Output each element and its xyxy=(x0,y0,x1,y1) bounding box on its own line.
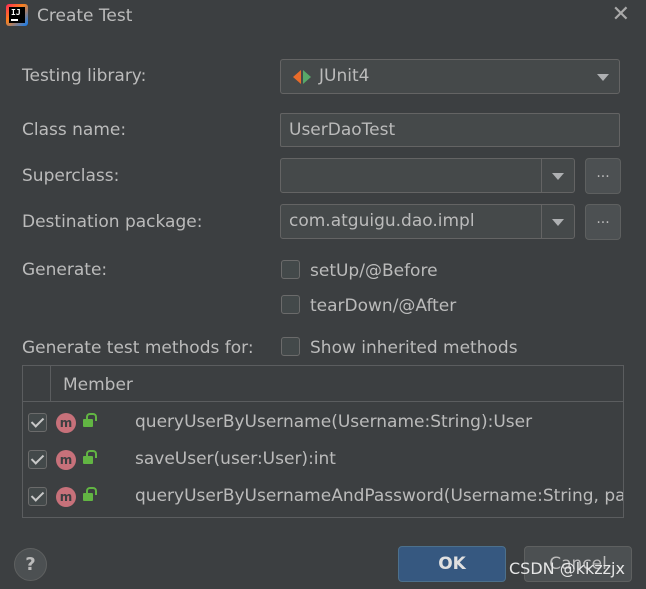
combo-separator xyxy=(541,159,542,192)
superclass-browse-button[interactable]: ... xyxy=(585,158,621,194)
class-name-label: Class name: xyxy=(22,120,127,140)
row-checkbox[interactable] xyxy=(28,450,47,469)
junit-icon xyxy=(293,70,311,84)
method-icon: m xyxy=(56,487,76,507)
row-checkbox[interactable] xyxy=(28,413,47,432)
show-inherited-checkbox[interactable] xyxy=(281,337,300,356)
superclass-combo[interactable] xyxy=(280,158,575,193)
teardown-checkbox[interactable] xyxy=(281,295,300,314)
class-name-input[interactable]: UserDaoTest xyxy=(280,113,620,147)
row-checkbox[interactable] xyxy=(28,487,47,506)
dialog-title: Create Test xyxy=(37,6,133,26)
destination-package-value: com.atguigu.dao.impl xyxy=(289,211,475,231)
help-button[interactable]: ? xyxy=(14,548,47,581)
destination-browse-button[interactable]: ... xyxy=(585,204,621,240)
table-row[interactable]: m queryUserByUsernameAndPassword(Usernam… xyxy=(23,478,623,515)
chevron-down-icon[interactable] xyxy=(552,219,564,226)
header-divider xyxy=(50,366,51,402)
destination-package-label: Destination package: xyxy=(22,212,203,232)
member-name: saveUser(user:User):int xyxy=(135,449,336,469)
show-inherited-label[interactable]: Show inherited methods xyxy=(310,338,518,358)
testing-library-label: Testing library: xyxy=(22,66,147,86)
member-name: queryUserByUsernameAndPassword(Username:… xyxy=(135,486,624,506)
combo-separator xyxy=(541,205,542,238)
setup-label[interactable]: setUp/@Before xyxy=(310,261,438,281)
unlock-icon xyxy=(83,487,97,501)
testing-library-value: JUnit4 xyxy=(319,66,370,86)
superclass-label: Superclass: xyxy=(22,166,120,186)
chevron-down-icon[interactable] xyxy=(552,173,564,180)
table-row[interactable]: m saveUser(user:User):int xyxy=(23,441,623,478)
unlock-icon xyxy=(83,450,97,464)
setup-checkbox[interactable] xyxy=(281,260,300,279)
member-table: Member m queryUserByUsername(Username:St… xyxy=(22,365,624,518)
intellij-app-icon: IJ xyxy=(6,4,28,26)
table-row[interactable]: m queryUserByUsername(Username:String):U… xyxy=(23,404,623,441)
member-name: queryUserByUsername(Username:String):Use… xyxy=(135,412,533,432)
ok-button[interactable]: OK xyxy=(398,546,506,582)
method-icon: m xyxy=(56,413,76,433)
destination-package-combo[interactable]: com.atguigu.dao.impl xyxy=(280,204,575,239)
unlock-icon xyxy=(83,413,97,427)
method-icon: m xyxy=(56,450,76,470)
teardown-label[interactable]: tearDown/@After xyxy=(310,296,456,316)
member-column-header[interactable]: Member xyxy=(63,375,133,395)
testing-library-dropdown[interactable]: JUnit4 xyxy=(280,59,620,94)
close-icon[interactable]: ✕ xyxy=(612,3,630,27)
generate-methods-label: Generate test methods for: xyxy=(22,338,254,358)
chevron-down-icon xyxy=(597,74,609,81)
table-header: Member xyxy=(23,366,623,402)
watermark: CSDN @kkzzjx xyxy=(509,559,625,578)
class-name-value: UserDaoTest xyxy=(289,120,396,140)
generate-label: Generate: xyxy=(22,260,108,280)
title-bar: IJ Create Test ✕ xyxy=(0,0,646,34)
